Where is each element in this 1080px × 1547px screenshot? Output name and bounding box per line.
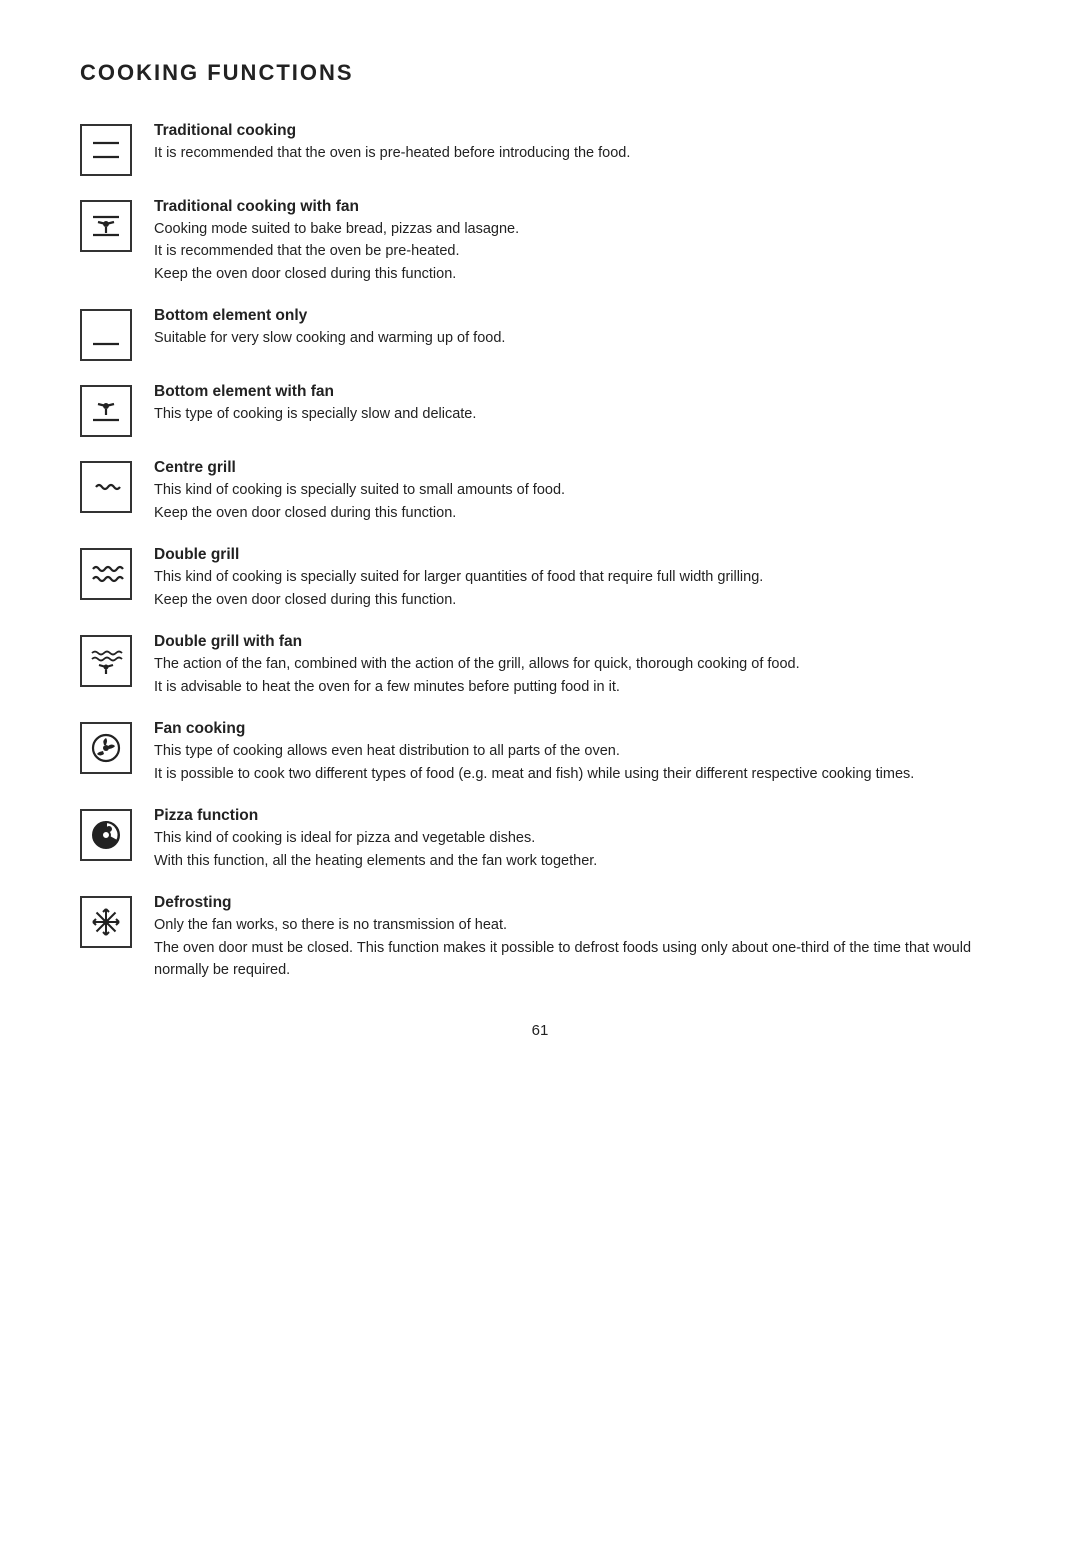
double-grill-fan-icon: [80, 635, 132, 687]
traditional-cooking-fan-text: Traditional cooking with fan Cooking mod…: [154, 198, 519, 285]
bottom-element-fan-icon: [80, 385, 132, 437]
fn-desc-fan-cooking: This type of cooking allows even heat di…: [154, 740, 914, 785]
fn-title-centre-grill: Centre grill: [154, 459, 565, 477]
fn-desc-traditional-cooking-fan: Cooking mode suited to bake bread, pizza…: [154, 218, 519, 285]
fn-title-pizza-function: Pizza function: [154, 807, 597, 825]
list-item: Pizza function This kind of cooking is i…: [80, 807, 1000, 872]
traditional-cooking-text: Traditional cooking It is recommended th…: [154, 122, 630, 164]
defrosting-icon: [80, 896, 132, 948]
centre-grill-icon: [80, 461, 132, 513]
pizza-function-icon: [80, 809, 132, 861]
fan-cooking-icon: [80, 722, 132, 774]
fn-desc-centre-grill: This kind of cooking is specially suited…: [154, 479, 565, 524]
double-grill-icon: [80, 548, 132, 600]
list-item: Centre grill This kind of cooking is spe…: [80, 459, 1000, 524]
page-number: 61: [80, 1022, 1000, 1039]
fn-title-double-grill-fan: Double grill with fan: [154, 633, 800, 651]
fn-desc-defrosting: Only the fan works, so there is no trans…: [154, 914, 1000, 981]
fn-title-bottom-element-only: Bottom element only: [154, 307, 505, 325]
list-item: Fan cooking This type of cooking allows …: [80, 720, 1000, 785]
list-item: Double grill This kind of cooking is spe…: [80, 546, 1000, 611]
bottom-element-only-text: Bottom element only Suitable for very sl…: [154, 307, 505, 349]
fn-title-traditional-cooking: Traditional cooking: [154, 122, 630, 140]
fn-desc-double-grill-fan: The action of the fan, combined with the…: [154, 653, 800, 698]
double-grill-fan-text: Double grill with fan The action of the …: [154, 633, 800, 698]
page-title: COOKING FUNCTIONS: [80, 60, 1000, 86]
fn-title-double-grill: Double grill: [154, 546, 763, 564]
list-item: Bottom element only Suitable for very sl…: [80, 307, 1000, 361]
function-list: Traditional cooking It is recommended th…: [80, 122, 1000, 982]
fan-cooking-text: Fan cooking This type of cooking allows …: [154, 720, 914, 785]
list-item: Traditional cooking with fan Cooking mod…: [80, 198, 1000, 285]
bottom-element-fan-text: Bottom element with fan This type of coo…: [154, 383, 476, 425]
fn-title-fan-cooking: Fan cooking: [154, 720, 914, 738]
list-item: Traditional cooking It is recommended th…: [80, 122, 1000, 176]
fn-desc-double-grill: This kind of cooking is specially suited…: [154, 566, 763, 611]
list-item: Bottom element with fan This type of coo…: [80, 383, 1000, 437]
traditional-cooking-fan-icon: [80, 200, 132, 252]
fn-title-bottom-element-fan: Bottom element with fan: [154, 383, 476, 401]
defrosting-text: Defrosting Only the fan works, so there …: [154, 894, 1000, 981]
centre-grill-text: Centre grill This kind of cooking is spe…: [154, 459, 565, 524]
fn-desc-traditional-cooking: It is recommended that the oven is pre-h…: [154, 142, 630, 164]
fn-desc-bottom-element-only: Suitable for very slow cooking and warmi…: [154, 327, 505, 349]
fn-desc-pizza-function: This kind of cooking is ideal for pizza …: [154, 827, 597, 872]
pizza-function-text: Pizza function This kind of cooking is i…: [154, 807, 597, 872]
list-item: Defrosting Only the fan works, so there …: [80, 894, 1000, 981]
bottom-element-only-icon: [80, 309, 132, 361]
fn-title-traditional-cooking-fan: Traditional cooking with fan: [154, 198, 519, 216]
fn-title-defrosting: Defrosting: [154, 894, 1000, 912]
double-grill-text: Double grill This kind of cooking is spe…: [154, 546, 763, 611]
fn-desc-bottom-element-fan: This type of cooking is specially slow a…: [154, 403, 476, 425]
traditional-cooking-icon: [80, 124, 132, 176]
list-item: Double grill with fan The action of the …: [80, 633, 1000, 698]
